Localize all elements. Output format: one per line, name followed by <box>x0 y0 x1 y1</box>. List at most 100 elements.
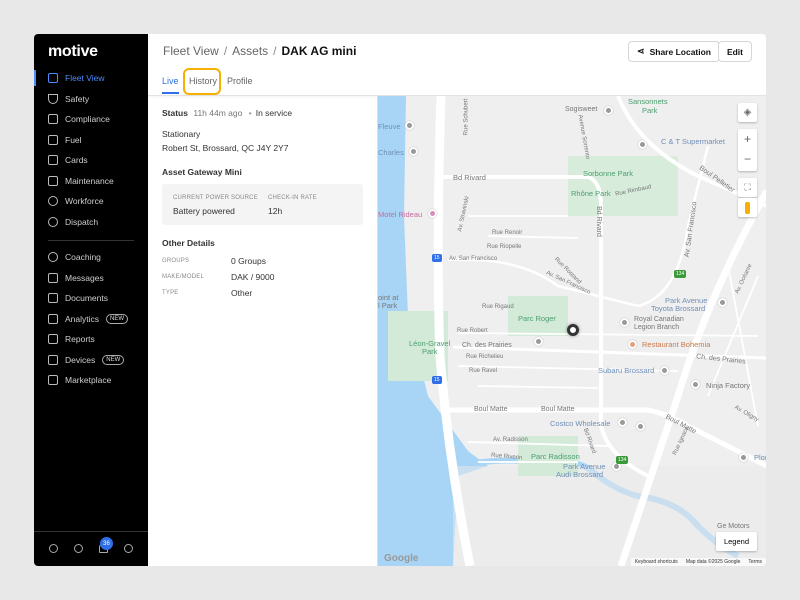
gas-pin-icon[interactable] <box>636 422 645 431</box>
breadcrumb-fleet-view[interactable]: Fleet View <box>163 44 219 58</box>
app-window: motive Fleet View Safety Compliance Fuel… <box>34 34 766 566</box>
share-location-button[interactable]: ⋖ Share Location <box>628 41 720 62</box>
sidebar-label: Fuel <box>65 135 82 145</box>
keyboard-shortcuts-link[interactable]: Keyboard shortcuts <box>635 559 678 565</box>
sidebar-item-fuel[interactable]: Fuel <box>34 130 148 150</box>
sidebar-divider <box>48 240 134 241</box>
map-data-text: Map data ©2025 Google <box>685 559 741 565</box>
motion-state: Stationary <box>162 129 201 139</box>
layers-button[interactable]: ◈ <box>738 103 757 122</box>
map-label: Sansonnets <box>628 97 668 106</box>
map-label: Ge Motors <box>717 523 750 530</box>
restaurant-pin-icon[interactable] <box>628 340 637 349</box>
analytics-icon <box>48 314 58 324</box>
map-label: Legion Branch <box>634 324 680 331</box>
map-label: Toyota Brossard <box>651 304 706 313</box>
poi-pin-icon[interactable] <box>409 147 418 156</box>
edit-button[interactable]: Edit <box>717 41 752 62</box>
highway-15-shield: 15 <box>432 376 442 384</box>
zoom-out-button[interactable]: − <box>744 150 751 171</box>
map-label: Restaurant Bohemia <box>642 340 711 349</box>
user-settings-icon[interactable] <box>49 544 58 553</box>
fullscreen-button[interactable]: ⛶ <box>738 178 757 197</box>
help-icon[interactable] <box>74 544 83 553</box>
groups-label: GROUPS <box>162 258 190 264</box>
sidebar-item-fleet-view[interactable]: Fleet View <box>34 68 148 88</box>
power-source-value: Battery powered <box>173 206 235 216</box>
status-label: Status <box>162 108 188 118</box>
sidebar-label: Workforce <box>65 196 104 206</box>
poi-pin-icon[interactable] <box>718 298 727 307</box>
coaching-icon <box>48 252 58 262</box>
sidebar-item-safety[interactable]: Safety <box>34 89 148 109</box>
person-icon <box>48 196 58 206</box>
status-value: In service <box>255 108 293 118</box>
sidebar-item-cards[interactable]: Cards <box>34 150 148 170</box>
new-badge: NEW <box>106 314 129 324</box>
zoom-controls: + − <box>738 129 757 171</box>
map-label: C & T Supermarket <box>661 137 725 146</box>
sidebar-item-maintenance[interactable]: Maintenance <box>34 171 148 191</box>
map-label: Rue Riopelle <box>487 244 522 250</box>
power-source-label: CURRENT POWER SOURCE <box>173 195 258 201</box>
account-icon[interactable] <box>124 544 133 553</box>
map-label: Rue Rigaud <box>482 304 514 310</box>
poi-pin-icon[interactable] <box>604 106 613 115</box>
poi-pin-icon[interactable] <box>618 418 627 427</box>
map-label: Sogisweet <box>565 106 598 113</box>
sidebar: motive Fleet View Safety Compliance Fuel… <box>34 34 148 566</box>
terms-link[interactable]: Terms <box>748 559 762 565</box>
tab-profile[interactable]: Profile <box>227 76 253 86</box>
map-label: Park <box>422 347 438 356</box>
breadcrumb-assets[interactable]: Assets <box>232 44 268 58</box>
sidebar-item-devices[interactable]: Devices NEW <box>34 350 148 370</box>
map-label: Royal Canadian <box>634 316 684 323</box>
map-label: Av. Radisson <box>493 437 528 443</box>
new-badge: NEW <box>102 355 125 365</box>
sidebar-item-coaching[interactable]: Coaching <box>34 247 148 267</box>
sidebar-item-dispatch[interactable]: Dispatch <box>34 212 148 232</box>
sidebar-item-documents[interactable]: Documents <box>34 288 148 308</box>
poi-pin-icon[interactable] <box>691 380 700 389</box>
checkin-rate-value: 12h <box>268 206 283 216</box>
sidebar-item-analytics[interactable]: Analytics NEW <box>34 309 148 329</box>
sidebar-label: Messages <box>65 273 104 283</box>
tab-live[interactable]: Live <box>162 76 179 94</box>
school-pin-icon[interactable] <box>534 337 543 346</box>
map-label: Costco Wholesale <box>550 419 611 428</box>
poi-pin-icon[interactable] <box>405 121 414 130</box>
sidebar-label: Maintenance <box>65 176 114 186</box>
gateway-title: Asset Gateway Mini <box>162 167 242 177</box>
zoom-in-button[interactable]: + <box>744 129 751 150</box>
street-view-button[interactable] <box>738 198 757 217</box>
legend-button[interactable]: Legend <box>715 532 757 551</box>
map-label: Motel Rideau <box>378 210 423 219</box>
map-label: Rue Richelieu <box>466 354 504 360</box>
map-label: Rue Robert <box>457 328 488 334</box>
sidebar-bottom-divider <box>34 531 148 532</box>
hotel-pin-icon[interactable] <box>428 209 437 218</box>
poi-pin-icon[interactable] <box>660 366 669 375</box>
map-attribution: Keyboard shortcuts Map data ©2025 Google… <box>630 558 766 566</box>
document-icon <box>48 293 58 303</box>
share-label: Share Location <box>649 46 711 57</box>
sidebar-item-reports[interactable]: Reports <box>34 329 148 349</box>
reports-icon <box>48 334 58 344</box>
map-label: Parc Radisson <box>531 452 580 461</box>
dispatch-icon <box>48 217 58 227</box>
poi-pin-icon[interactable] <box>638 140 647 149</box>
poi-pin-icon[interactable] <box>620 318 629 327</box>
map-label: Rhône Park <box>571 189 611 198</box>
poi-pin-icon[interactable] <box>739 453 748 462</box>
sidebar-item-messages[interactable]: Messages <box>34 268 148 288</box>
highway-134-shield: 134 <box>674 270 687 278</box>
map-label: Audi Brossard <box>556 470 604 479</box>
sidebar-item-workforce[interactable]: Workforce <box>34 191 148 211</box>
sidebar-item-compliance[interactable]: Compliance <box>34 109 148 129</box>
compliance-icon <box>48 114 58 124</box>
asset-location-marker[interactable] <box>567 324 579 336</box>
sidebar-label: Marketplace <box>65 375 112 385</box>
sidebar-item-marketplace[interactable]: Marketplace <box>34 370 148 390</box>
map-view[interactable]: Sansonnets Park Sogisweet Fleuve Charles… <box>377 96 766 566</box>
sidebar-label: Analytics <box>65 314 100 324</box>
